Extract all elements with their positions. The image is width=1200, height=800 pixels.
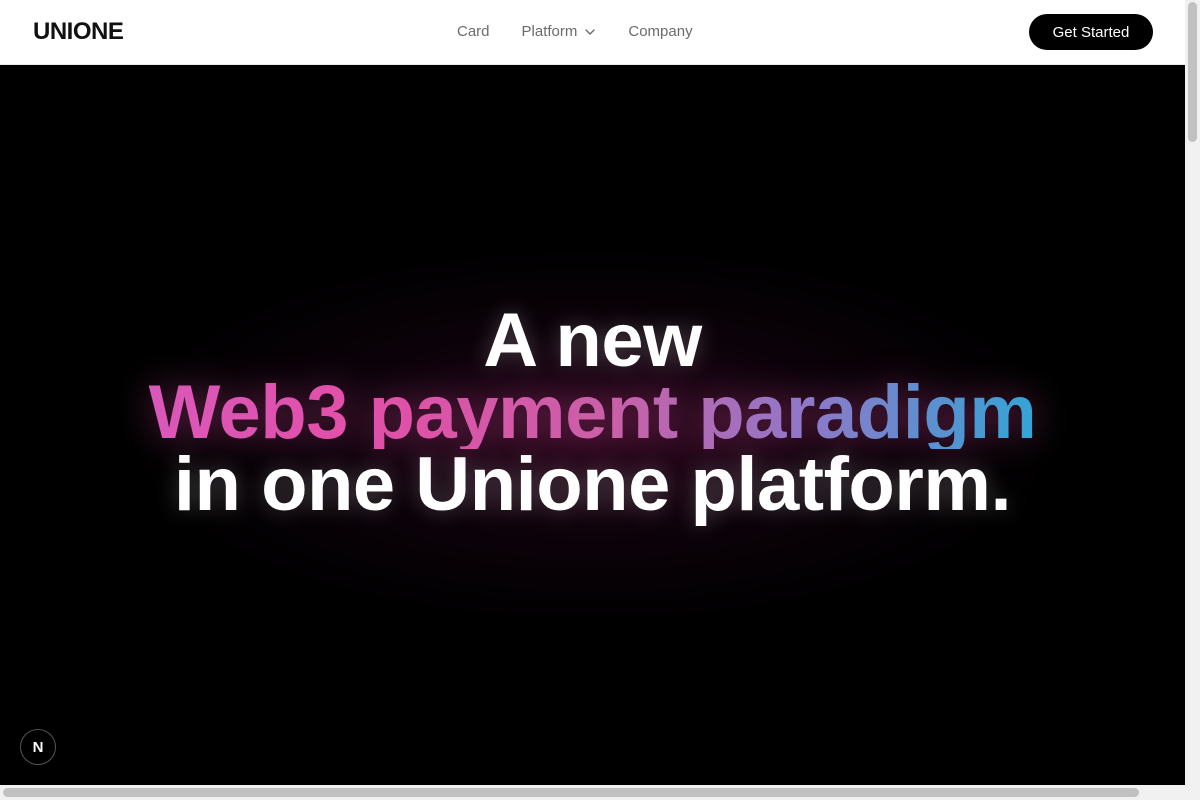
headline-line-3: in one Unione platform. bbox=[173, 442, 1012, 527]
nav-link-label: Card bbox=[457, 23, 490, 40]
vertical-scrollbar[interactable] bbox=[1185, 0, 1200, 785]
page-viewport: UNIONE Card Platform Company Get Started… bbox=[0, 0, 1185, 785]
nav-link-label: Platform bbox=[521, 23, 578, 40]
get-started-button[interactable]: Get Started bbox=[1029, 14, 1153, 50]
headline-line-1: A new bbox=[483, 298, 702, 383]
nav-link-label: Company bbox=[628, 23, 693, 40]
nav-link-card[interactable]: Card bbox=[457, 22, 490, 42]
site-header: UNIONE Card Platform Company Get Started bbox=[0, 0, 1185, 65]
hero-section: A new Web3 payment paradigm in one Union… bbox=[0, 65, 1185, 785]
logo[interactable]: UNIONE bbox=[33, 18, 124, 46]
nextjs-dev-badge[interactable]: N bbox=[20, 729, 56, 765]
nav-link-platform[interactable]: Platform bbox=[522, 22, 597, 42]
horizontal-scrollbar[interactable] bbox=[0, 785, 1200, 800]
main-nav: Card Platform Company bbox=[457, 22, 693, 42]
headline-line-2-gradient: Web3 payment paradigm bbox=[0, 375, 1185, 451]
hero-headline: A new Web3 payment paradigm in one Union… bbox=[0, 298, 1185, 527]
vertical-scrollbar-thumb[interactable] bbox=[1188, 2, 1197, 142]
nav-link-company[interactable]: Company bbox=[628, 22, 692, 42]
horizontal-scrollbar-thumb[interactable] bbox=[3, 788, 1139, 797]
chevron-down-icon bbox=[585, 29, 596, 35]
